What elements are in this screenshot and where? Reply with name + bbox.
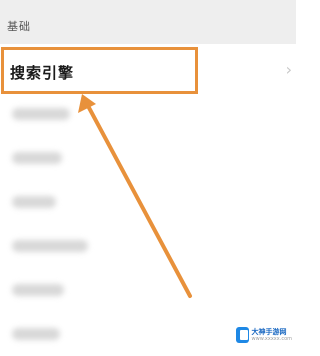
menu-item-blurred[interactable] bbox=[0, 268, 296, 312]
blurred-label bbox=[12, 284, 64, 296]
menu-item-blurred[interactable] bbox=[0, 92, 296, 136]
section-header: 基础 bbox=[0, 0, 296, 44]
watermark-logo-icon bbox=[236, 327, 249, 343]
chevron-right-icon: › bbox=[285, 60, 292, 79]
watermark-text: 大神手游网 bbox=[251, 327, 287, 336]
menu-item-blurred[interactable] bbox=[0, 136, 296, 180]
menu-item-blurred[interactable] bbox=[0, 180, 296, 224]
menu-item-blurred[interactable] bbox=[0, 224, 296, 268]
watermark: 大神手游网 www.xxxxx.com bbox=[236, 322, 292, 348]
highlight-box bbox=[1, 47, 198, 94]
watermark-url: www.xxxxx.com bbox=[251, 335, 292, 342]
blurred-label bbox=[12, 328, 60, 340]
blurred-label bbox=[12, 108, 70, 120]
blurred-label bbox=[12, 240, 88, 252]
section-title: 基础 bbox=[7, 20, 31, 33]
blurred-label bbox=[12, 196, 56, 208]
blurred-label bbox=[12, 152, 62, 164]
